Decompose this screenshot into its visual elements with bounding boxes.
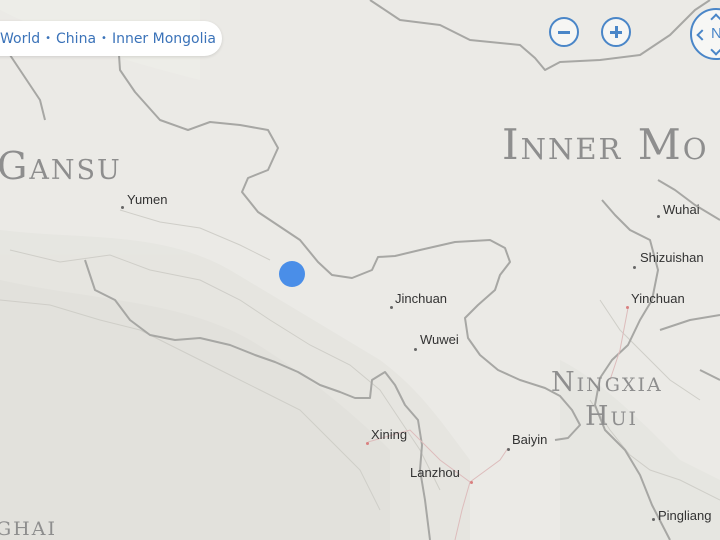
map-view[interactable]: Gansu Inner Mo Ningxia Hui ghai Yumen Wu… — [0, 0, 720, 540]
city-marker — [652, 518, 655, 521]
breadcrumb-item-world[interactable]: World — [0, 31, 40, 47]
city-label-wuhai[interactable]: Wuhai — [663, 203, 700, 216]
plus-icon-vertical — [615, 26, 618, 38]
breadcrumb-separator: • — [101, 33, 107, 44]
region-label-ningxia-line2: Hui — [585, 401, 639, 432]
city-marker — [633, 266, 636, 269]
city-marker-capital — [470, 481, 473, 484]
chevron-left-icon — [696, 29, 708, 41]
city-marker — [414, 348, 417, 351]
city-marker — [390, 306, 393, 309]
terrain-shading — [0, 0, 720, 540]
chevron-up-icon — [710, 13, 720, 25]
city-label-pingliang[interactable]: Pingliang — [658, 509, 712, 522]
city-marker-capital — [626, 306, 629, 309]
city-label-yumen[interactable]: Yumen — [127, 193, 167, 206]
map-base — [0, 0, 720, 540]
breadcrumb-separator: • — [45, 33, 52, 44]
city-label-xining[interactable]: Xining — [371, 428, 407, 441]
compass-north-label: N — [711, 25, 720, 42]
city-label-wuwei[interactable]: Wuwei — [420, 333, 459, 346]
current-location-marker[interactable] — [279, 261, 305, 287]
city-label-jinchuan[interactable]: Jinchuan — [395, 292, 447, 305]
region-label-qinghai: ghai — [0, 511, 57, 540]
city-label-shizuishan[interactable]: Shizuishan — [640, 251, 704, 264]
minus-icon — [558, 31, 570, 34]
region-label-gansu: Gansu — [0, 144, 122, 188]
breadcrumb-item-china[interactable]: China — [56, 31, 96, 47]
city-label-baiyin[interactable]: Baiyin — [512, 433, 547, 446]
chevron-down-icon — [710, 44, 720, 56]
city-label-yinchuan[interactable]: Yinchuan — [631, 292, 685, 305]
breadcrumb-item-inner-mongolia[interactable]: Inner Mongolia — [112, 31, 216, 47]
city-marker — [657, 215, 660, 218]
zoom-out-button[interactable] — [549, 17, 579, 47]
city-marker-capital — [366, 442, 369, 445]
city-marker — [507, 448, 510, 451]
zoom-in-button[interactable] — [601, 17, 631, 47]
city-marker — [121, 206, 124, 209]
region-label-inner-mongolia: Inner Mo — [502, 120, 709, 169]
region-label-ningxia-line1: Ningxia — [551, 367, 663, 398]
city-label-lanzhou[interactable]: Lanzhou — [410, 466, 460, 479]
breadcrumb: World • China • Inner Mongolia — [0, 21, 222, 56]
